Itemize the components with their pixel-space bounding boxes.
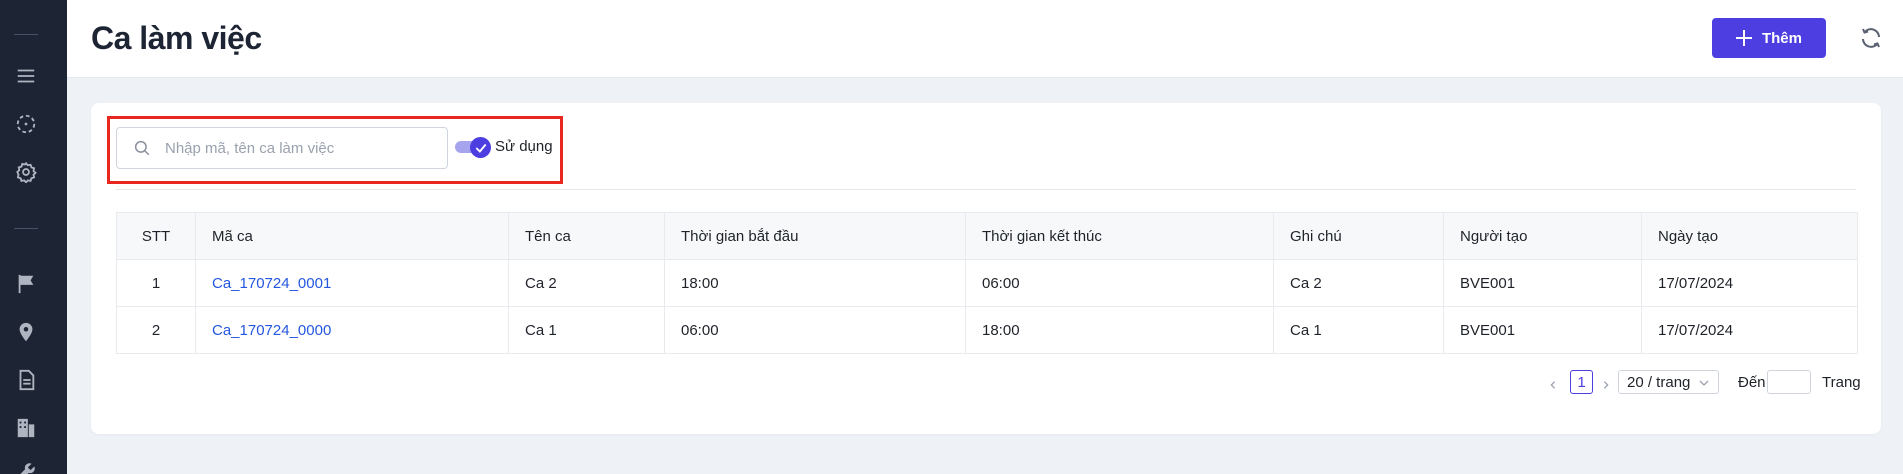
prev-page-icon[interactable] [1546,378,1560,392]
divider [116,189,1856,190]
search-icon [134,140,150,156]
column-header-note[interactable]: Ghi chú [1273,212,1444,260]
column-header-start[interactable]: Thời gian bắt đầu [664,212,966,260]
cell-stt: 1 [116,259,196,307]
page-size-value: 20 / trang [1627,373,1691,391]
sidebar-divider [14,34,38,35]
table-row[interactable]: 1 Ca_170724_0001 Ca 2 18:00 06:00 Ca 2 B… [116,259,1858,307]
goto-suffix: Trang [1822,374,1861,391]
cell-created: 17/07/2024 [1641,259,1858,307]
check-icon [475,143,486,153]
cell-creator: BVE001 [1443,306,1642,354]
plus-icon [1735,30,1752,46]
page-header: Ca làm việc Thêm [67,0,1903,78]
page-title: Ca làm việc [91,20,262,56]
table-row[interactable]: 2 Ca_170724_0000 Ca 1 06:00 18:00 Ca 1 B… [116,306,1858,354]
cell-start: 06:00 [664,306,966,354]
wrench-icon[interactable] [14,460,38,474]
cell-note: Ca 2 [1273,259,1444,307]
goto-page-input[interactable] [1767,370,1811,394]
add-button[interactable]: Thêm [1712,18,1826,58]
column-header-creator[interactable]: Người tạo [1443,212,1642,260]
toggle-label: Sử dụng [495,138,553,155]
column-header-name[interactable]: Tên ca [508,212,665,260]
cell-end: 06:00 [965,259,1274,307]
sidebar [0,0,67,474]
content-card: Sử dụng STT Mã ca Tên ca Thời gian bắt đ… [91,103,1881,434]
menu-icon[interactable] [14,64,38,88]
search-input[interactable] [165,139,445,157]
gear-icon[interactable] [14,160,38,184]
column-header-stt: STT [116,212,196,260]
dashed-circle-icon[interactable] [14,112,38,136]
location-pin-icon[interactable] [14,320,38,344]
cell-created: 17/07/2024 [1641,306,1858,354]
column-header-created[interactable]: Ngày tạo [1641,212,1858,260]
shift-table: STT Mã ca Tên ca Thời gian bắt đầu Thời … [116,212,1858,354]
flag-icon[interactable] [14,272,38,296]
cell-name: Ca 2 [508,259,665,307]
refresh-icon[interactable] [1857,24,1885,52]
cell-end: 18:00 [965,306,1274,354]
shift-code-link[interactable]: Ca_170724_0000 [212,322,331,339]
cell-creator: BVE001 [1443,259,1642,307]
active-toggle[interactable] [455,137,491,158]
shift-code-link[interactable]: Ca_170724_0001 [212,275,331,292]
chevron-down-icon [1699,380,1709,386]
page-number-current[interactable]: 1 [1570,370,1593,394]
table-header-row: STT Mã ca Tên ca Thời gian bắt đầu Thời … [116,212,1858,260]
sidebar-divider [14,228,38,229]
toggle-knob [470,137,491,158]
next-page-icon[interactable] [1599,378,1613,392]
search-field[interactable] [116,127,448,169]
page-size-select[interactable]: 20 / trang [1618,370,1719,394]
document-icon[interactable] [14,368,38,392]
cell-code: Ca_170724_0001 [195,259,509,307]
cell-name: Ca 1 [508,306,665,354]
cell-start: 18:00 [664,259,966,307]
add-button-label: Thêm [1761,29,1802,47]
building-icon[interactable] [14,416,38,440]
cell-stt: 2 [116,306,196,354]
column-header-code[interactable]: Mã ca [195,212,509,260]
cell-note: Ca 1 [1273,306,1444,354]
goto-label: Đến [1738,374,1766,391]
cell-code: Ca_170724_0000 [195,306,509,354]
column-header-end[interactable]: Thời gian kết thúc [965,212,1274,260]
